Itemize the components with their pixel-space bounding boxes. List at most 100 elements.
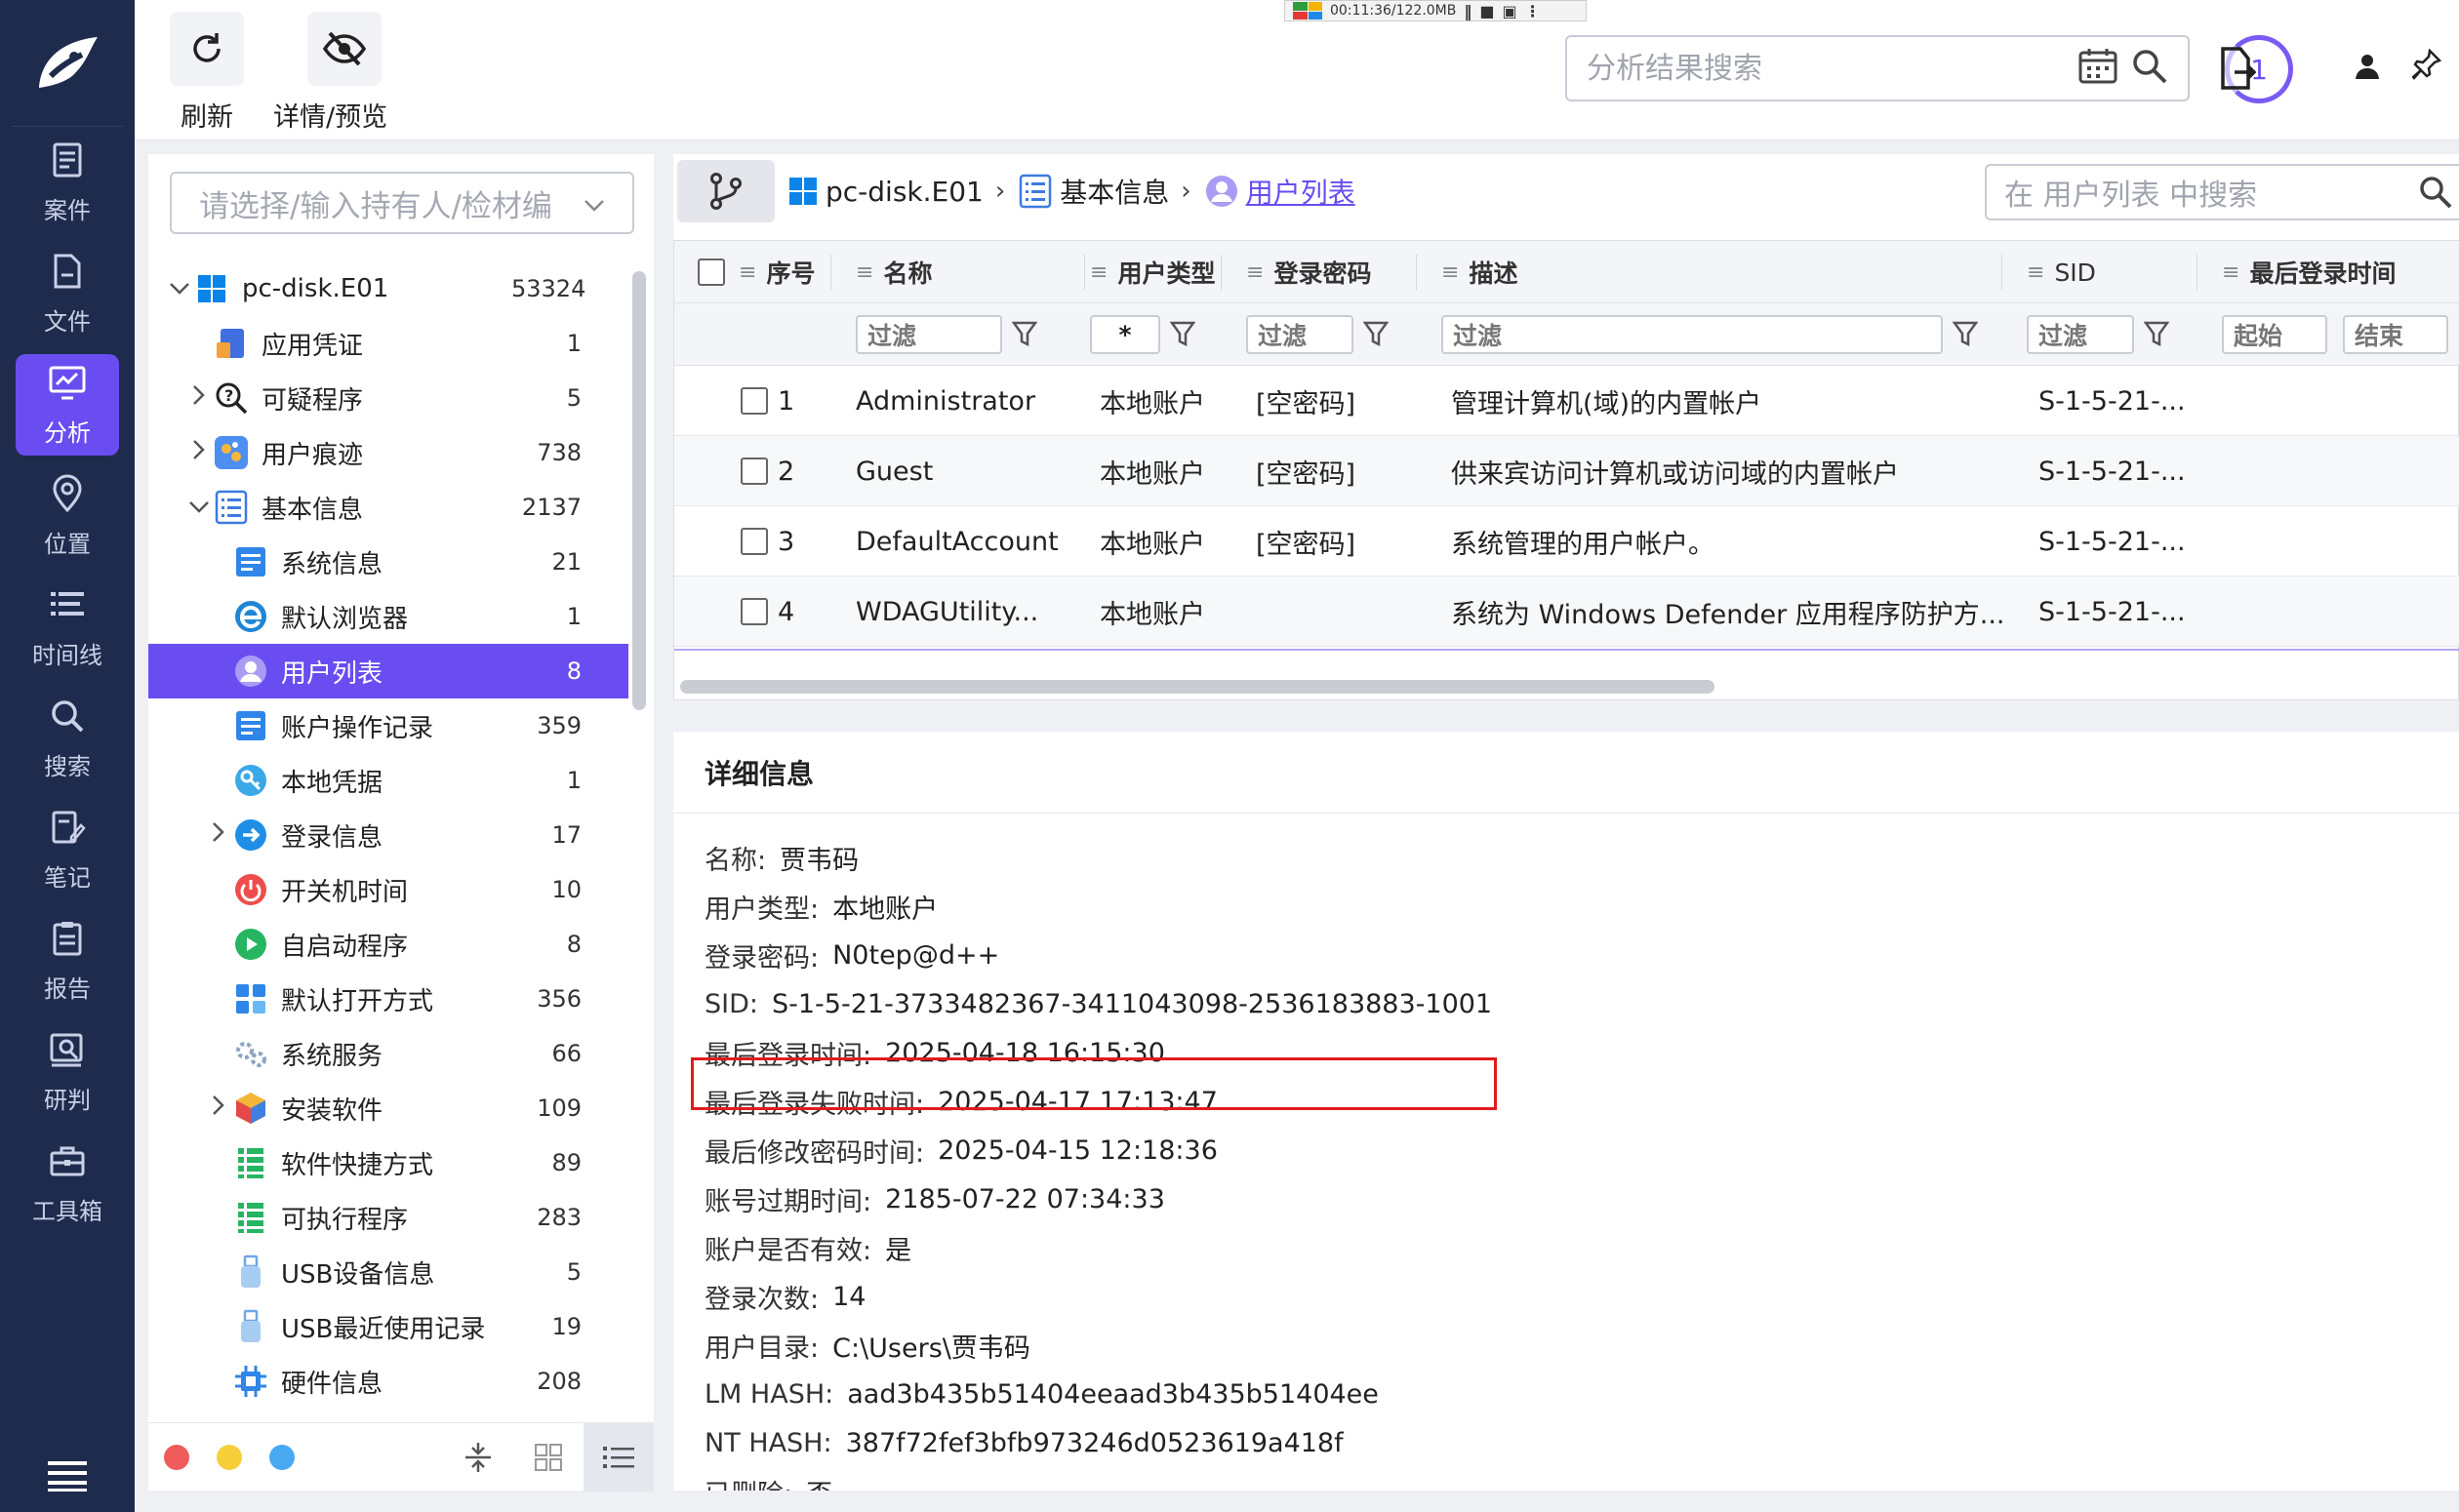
tree-item[interactable]: 应用凭证 1 bbox=[148, 316, 628, 371]
tree-item[interactable]: 账户操作记录 359 bbox=[148, 698, 628, 753]
nav-item-note[interactable]: 笔记 bbox=[0, 794, 135, 905]
tree-item[interactable]: 基本信息 2137 bbox=[148, 480, 628, 535]
chevron-down-icon[interactable] bbox=[166, 277, 193, 301]
row-checkbox[interactable] bbox=[741, 458, 768, 485]
table-search-box[interactable]: 在 用户列表 中搜索 bbox=[1985, 164, 2459, 220]
blue-tag-filter[interactable] bbox=[269, 1444, 295, 1470]
nav-item-search[interactable]: 搜索 bbox=[0, 683, 135, 794]
holder-select[interactable]: 请选择/输入持有人/检材编 bbox=[170, 172, 634, 234]
column-header-password[interactable]: ≡ 登录密码 bbox=[1246, 241, 1371, 303]
chevron-right-icon[interactable] bbox=[205, 821, 232, 849]
row-checkbox[interactable] bbox=[741, 387, 768, 415]
tree-item[interactable]: 用户痕迹 738 bbox=[148, 425, 628, 480]
filter-description-input[interactable]: 过滤 bbox=[1441, 315, 1943, 354]
tree-item[interactable]: 系统服务 66 bbox=[148, 1026, 628, 1081]
breadcrumb-item-basic-info[interactable]: 基本信息 bbox=[1019, 172, 1169, 211]
nav-item-timeline[interactable]: 时间线 bbox=[0, 572, 135, 683]
select-all-checkbox[interactable] bbox=[698, 259, 725, 286]
table-row[interactable]: 4 WDAGUtility... 本地账户 系统为 Windows Defender … bbox=[674, 577, 2459, 647]
filter-user-type-input[interactable]: * bbox=[1090, 315, 1160, 354]
column-header-no[interactable]: ≡ 序号 bbox=[739, 241, 815, 303]
detail-panel: 详细信息 名称: 贾韦码 用户类型: 本地账户 登录密码: N0tep@d++ SID: S-… bbox=[673, 732, 2459, 1491]
analysis-search-box[interactable] bbox=[1565, 35, 2190, 101]
filter-icon[interactable] bbox=[1011, 321, 1038, 352]
nav-item-report[interactable]: 报告 bbox=[0, 905, 135, 1016]
nav-item-location[interactable]: 位置 bbox=[0, 460, 135, 572]
nav-item-toolbox[interactable]: 工具箱 bbox=[0, 1128, 135, 1239]
toolbox-icon bbox=[48, 1141, 87, 1186]
more-icon[interactable]: ⋮ bbox=[1525, 2, 1541, 20]
filter-icon[interactable] bbox=[1362, 321, 1390, 352]
yellow-tag-filter[interactable] bbox=[217, 1444, 242, 1470]
calendar-icon[interactable] bbox=[2078, 48, 2117, 89]
search-icon[interactable] bbox=[2131, 48, 2168, 89]
chevron-right-icon: › bbox=[994, 177, 1006, 206]
tree-item[interactable]: 默认打开方式 356 bbox=[148, 972, 628, 1026]
tree-item[interactable]: 系统信息 21 bbox=[148, 535, 628, 589]
menu-icon[interactable] bbox=[0, 1459, 135, 1492]
screenshot-icon[interactable]: ▣ bbox=[1502, 2, 1516, 20]
tree-item[interactable]: ? 可疑程序 5 bbox=[148, 371, 628, 425]
chevron-right-icon[interactable] bbox=[205, 1094, 232, 1122]
tree-item[interactable]: 安装软件 109 bbox=[148, 1081, 628, 1135]
tree-item[interactable]: 默认浏览器 1 bbox=[148, 589, 628, 644]
filter-name-input[interactable]: 过滤 bbox=[856, 315, 1002, 354]
column-menu-icon: ≡ bbox=[739, 259, 757, 285]
column-header-last-login[interactable]: ≡ 最后登录时间 bbox=[2222, 241, 2396, 303]
search-icon[interactable] bbox=[2418, 175, 2453, 210]
tree-item[interactable]: 硬件信息 208 bbox=[148, 1354, 628, 1409]
filter-icon[interactable] bbox=[1952, 321, 1979, 352]
filter-sid-input[interactable]: 过滤 bbox=[2027, 315, 2134, 354]
analysis-search-input[interactable] bbox=[1587, 51, 2078, 86]
branch-button[interactable] bbox=[677, 160, 775, 222]
export-icon[interactable] bbox=[2217, 47, 2257, 94]
filter-password-input[interactable]: 过滤 bbox=[1246, 315, 1353, 354]
nav-item-analysis[interactable]: 分析 bbox=[0, 349, 135, 460]
stop-icon[interactable]: ■ bbox=[1479, 2, 1494, 20]
tree-item[interactable]: 自启动程序 8 bbox=[148, 917, 628, 972]
tree-item[interactable]: 用户列表 8 bbox=[148, 644, 628, 698]
nav-item-judge[interactable]: 研判 bbox=[0, 1016, 135, 1128]
nav-item-file[interactable]: 文件 bbox=[0, 238, 135, 349]
user-icon[interactable] bbox=[2354, 53, 2381, 84]
breadcrumb-item-disk[interactable]: pc-disk.E01 bbox=[788, 176, 984, 208]
tree-item[interactable]: 登录信息 17 bbox=[148, 808, 628, 862]
tree-item[interactable]: USB设备信息 5 bbox=[148, 1245, 628, 1299]
grid-view-button[interactable] bbox=[513, 1423, 584, 1492]
tree-scrollbar[interactable] bbox=[632, 271, 646, 710]
tree-item-count: 89 bbox=[551, 1149, 582, 1176]
nav-item-case[interactable]: 案件 bbox=[0, 127, 135, 238]
row-checkbox[interactable] bbox=[741, 528, 768, 555]
chevron-right-icon[interactable] bbox=[185, 439, 213, 466]
tree-item[interactable]: 可执行程序 283 bbox=[148, 1190, 628, 1245]
filter-icon[interactable] bbox=[1169, 321, 1196, 352]
table-row[interactable]: 3 DefaultAccount 本地账户 [空密码] 系统管理的用户帐户。 S-1-5-… bbox=[674, 506, 2459, 577]
column-header-description[interactable]: ≡ 描述 bbox=[1441, 241, 1517, 303]
chevron-down-icon[interactable] bbox=[185, 496, 213, 520]
table-row[interactable]: 1 Administrator 本地账户 [空密码] 管理计算机(域)的内置帐户 S-1-… bbox=[674, 366, 2459, 436]
tree-item[interactable]: pc-disk.E01 53324 bbox=[148, 261, 628, 316]
table-row[interactable]: 2 Guest 本地账户 [空密码] 供来宾访问计算机或访问域的内置帐户 S-1-5-21… bbox=[674, 436, 2459, 506]
column-header-sid[interactable]: ≡ SID bbox=[2027, 241, 2096, 303]
chevron-right-icon[interactable] bbox=[185, 384, 213, 412]
column-header-name[interactable]: ≡ 名称 bbox=[856, 241, 932, 303]
red-tag-filter[interactable] bbox=[164, 1444, 189, 1470]
refresh-button[interactable]: 刷新 bbox=[170, 12, 244, 134]
filter-end-date-input[interactable]: 结束 bbox=[2343, 315, 2448, 354]
filter-start-date-input[interactable]: 起始 bbox=[2222, 315, 2327, 354]
table-horizontal-scrollbar[interactable] bbox=[680, 680, 1714, 694]
tree-item[interactable]: 开关机时间 10 bbox=[148, 862, 628, 917]
row-checkbox[interactable] bbox=[741, 598, 768, 625]
pin-icon[interactable] bbox=[2411, 48, 2442, 84]
preview-toggle-button[interactable]: 详情/预览 bbox=[273, 12, 387, 134]
tree-item-count: 1 bbox=[566, 330, 582, 357]
tree-item[interactable]: 本地凭据 1 bbox=[148, 753, 628, 808]
column-header-user-type[interactable]: ≡ 用户类型 bbox=[1090, 241, 1215, 303]
pause-icon[interactable]: ‖ bbox=[1464, 2, 1471, 20]
collapse-all-button[interactable] bbox=[443, 1423, 513, 1492]
filter-icon[interactable] bbox=[2143, 321, 2170, 352]
tree-item[interactable]: 软件快捷方式 89 bbox=[148, 1135, 628, 1190]
breadcrumb-item-user-list[interactable]: 用户列表 bbox=[1205, 172, 1355, 211]
tree-item[interactable]: USB最近使用记录 19 bbox=[148, 1299, 628, 1354]
list-view-button[interactable] bbox=[584, 1423, 654, 1492]
